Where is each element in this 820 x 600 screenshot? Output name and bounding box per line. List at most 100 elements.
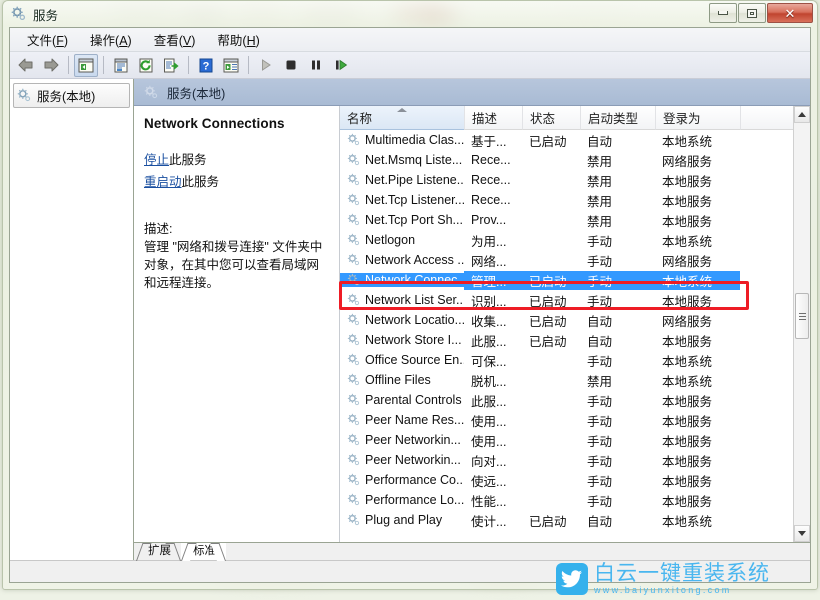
watermark-url: www.baiyunxitong.com	[594, 585, 732, 595]
menu-accel: H	[246, 34, 256, 48]
tree-node-services-local[interactable]: 服务(本地)	[13, 83, 130, 108]
menu-item-action[interactable]: 操作(A)	[81, 27, 141, 52]
cell-name: Parental Controls	[340, 393, 464, 407]
services-window: 服务 ✕ 文件(F) 操作(A) 查看(V) 帮助(H) ? 服务(本地) 服务…	[2, 0, 818, 590]
restart-service-link-row[interactable]: 重启动此服务	[144, 171, 331, 190]
table-row-selected[interactable]: Network Connec... 管理... 已启动 手动 本地系统	[340, 270, 793, 290]
table-row[interactable]: Parental Controls 此服... 手动 本地服务	[340, 390, 793, 410]
table-row[interactable]: Performance Co... 使远... 手动 本地服务	[340, 470, 793, 490]
services-gear-icon	[347, 373, 361, 387]
properties-button[interactable]	[109, 54, 133, 77]
table-row[interactable]: Network List Ser... 识别... 已启动 手动 本地服务	[340, 290, 793, 310]
table-row[interactable]: Plug and Play 使计... 已启动 自动 本地系统	[340, 510, 793, 530]
menu-accel: F	[56, 34, 64, 48]
stop-service-link[interactable]: 停止	[144, 153, 169, 167]
cell-startup-type: 自动	[587, 514, 613, 529]
cell-name: Multimedia Clas...	[340, 133, 464, 147]
cell-log-on-as: 网络服务	[662, 154, 713, 169]
maximize-button[interactable]	[738, 3, 766, 23]
cell-log-on-as: 本地系统	[662, 514, 713, 529]
table-row[interactable]: Offline Files 脱机... 禁用 本地系统	[340, 370, 793, 390]
service-name: Network Access ...	[365, 253, 464, 267]
service-name: Network List Ser...	[365, 293, 464, 307]
cell-name: Performance Co...	[340, 473, 464, 487]
column-header-log-on-as[interactable]: 登录为	[655, 106, 740, 130]
table-row[interactable]: Net.Pipe Listene... Rece... 禁用 本地服务	[340, 170, 793, 190]
column-header-status[interactable]: 状态	[522, 106, 580, 130]
scroll-down-button[interactable]	[794, 525, 810, 542]
close-button[interactable]: ✕	[767, 3, 813, 23]
restart-service-link[interactable]: 重启动	[144, 175, 182, 189]
cell-startup-type: 手动	[587, 254, 613, 269]
table-row[interactable]: Net.Msmq Liste... Rece... 禁用 网络服务	[340, 150, 793, 170]
cell-log-on-as: 本地服务	[662, 214, 713, 229]
cell-name: Network List Ser...	[340, 293, 464, 307]
stop-service-link-row[interactable]: 停止此服务	[144, 149, 331, 168]
export-list-button[interactable]	[159, 54, 183, 77]
show-action-pane-button[interactable]	[219, 54, 243, 77]
table-row[interactable]: Office Source En... 可保... 手动 本地系统	[340, 350, 793, 370]
table-row[interactable]: Network Access ... 网络... 手动 网络服务	[340, 250, 793, 270]
start-service-button[interactable]	[254, 54, 278, 77]
table-row[interactable]: Peer Networkin... 使用... 手动 本地服务	[340, 430, 793, 450]
cell-startup-type: 禁用	[587, 194, 613, 209]
table-row[interactable]: Network Store I... 此服... 已启动 自动 本地服务	[340, 330, 793, 350]
pause-service-button[interactable]	[304, 54, 328, 77]
title-bar[interactable]: 服务 ✕	[3, 1, 817, 27]
service-name: Performance Lo...	[365, 493, 464, 507]
column-header-name[interactable]: 名称	[340, 106, 464, 130]
cell-startup-type: 自动	[587, 134, 613, 149]
table-row[interactable]: Network Locatio... 收集... 已启动 自动 网络服务	[340, 310, 793, 330]
scroll-up-button[interactable]	[794, 106, 810, 123]
column-header-description[interactable]: 描述	[464, 106, 522, 130]
refresh-button[interactable]	[134, 54, 158, 77]
table-row[interactable]: Performance Lo... 性能... 手动 本地服务	[340, 490, 793, 510]
stop-service-button[interactable]	[279, 54, 303, 77]
menu-accel: V	[182, 34, 192, 48]
table-row[interactable]: Net.Tcp Listener... Rece... 禁用 本地服务	[340, 190, 793, 210]
tab-standard[interactable]: 标准	[181, 543, 226, 560]
cell-log-on-as: 本地系统	[655, 270, 740, 290]
table-row[interactable]: Peer Name Res... 使用... 手动 本地服务	[340, 410, 793, 430]
cell-startup-type: 手动	[587, 454, 613, 469]
scrollbar-track[interactable]	[794, 123, 810, 525]
show-hide-console-tree-button[interactable]	[74, 53, 98, 77]
column-header-startup-type[interactable]: 启动类型	[580, 106, 655, 130]
list-body[interactable]: Multimedia Clas... 基于... 已启动 自动 本地系统 Net.Msmq…	[340, 130, 793, 542]
restart-service-button[interactable]	[329, 54, 353, 77]
pane-header: 服务(本地)	[134, 79, 810, 106]
cell-description: 管理...	[464, 270, 522, 290]
table-row[interactable]: Peer Networkin... 向对... 手动 本地服务	[340, 450, 793, 470]
scrollbar-thumb[interactable]	[795, 293, 809, 339]
services-gear-icon	[11, 6, 27, 22]
menu-label: 文件	[27, 34, 53, 48]
cell-description: 向对...	[471, 454, 507, 469]
service-name: Net.Tcp Port Sh...	[365, 213, 463, 227]
menu-item-help[interactable]: 帮助(H)	[208, 27, 268, 52]
chevron-down-icon	[798, 531, 806, 536]
table-row[interactable]: Netlogon 为用... 手动 本地系统	[340, 230, 793, 250]
tab-label: 扩展	[148, 545, 171, 557]
menu-item-file[interactable]: 文件(F)	[18, 27, 77, 52]
cell-description: 使远...	[471, 474, 507, 489]
forward-button[interactable]	[39, 54, 63, 77]
cell-startup-type: 手动	[587, 234, 613, 249]
column-header-filler[interactable]	[740, 106, 793, 130]
vertical-scrollbar[interactable]	[793, 106, 810, 542]
window-title: 服务	[33, 8, 59, 23]
back-button[interactable]	[14, 54, 38, 77]
services-gear-icon	[347, 513, 361, 527]
service-detail-panel: Network Connections 停止此服务 重启动此服务 描述: 管理 …	[134, 106, 340, 542]
cell-startup-type: 手动	[587, 394, 613, 409]
minimize-button[interactable]	[709, 3, 737, 23]
tab-extended[interactable]: 扩展	[136, 543, 181, 560]
cell-name: Network Connec...	[340, 273, 464, 287]
cell-startup-type: 自动	[587, 334, 613, 349]
column-header-label: 启动类型	[588, 112, 639, 126]
menu-item-view[interactable]: 查看(V)	[145, 27, 205, 52]
table-row[interactable]: Multimedia Clas... 基于... 已启动 自动 本地系统	[340, 130, 793, 150]
cell-description: 网络...	[471, 254, 507, 269]
help-button[interactable]: ?	[194, 54, 218, 77]
services-gear-icon	[347, 313, 361, 327]
table-row[interactable]: Net.Tcp Port Sh... Prov... 禁用 本地服务	[340, 210, 793, 230]
